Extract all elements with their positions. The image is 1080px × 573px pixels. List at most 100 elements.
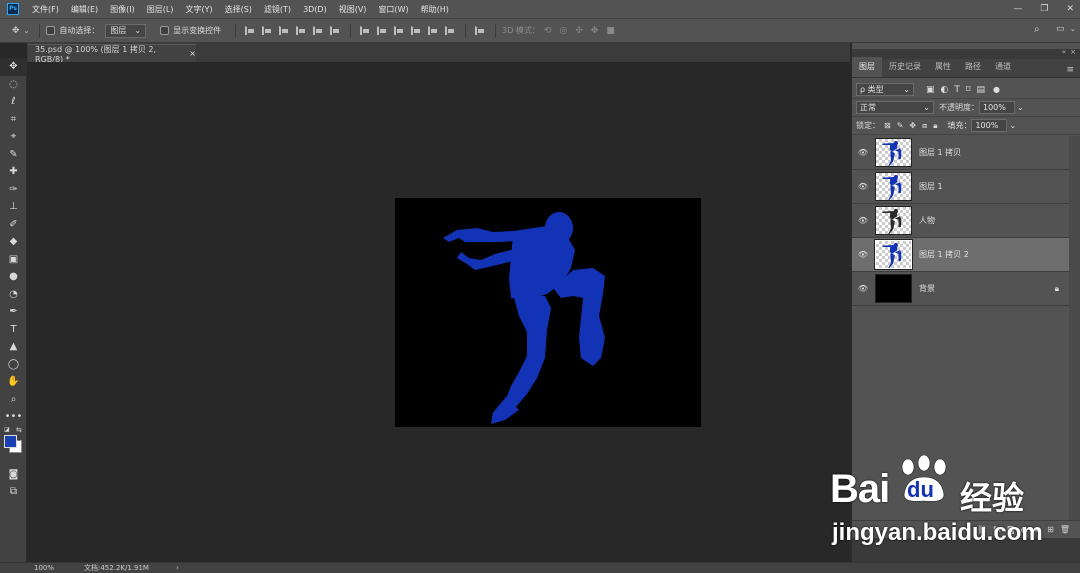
- layer-row[interactable]: 👁︎ 图层 1 拷贝: [852, 136, 1069, 170]
- blur-tool-icon[interactable]: ●: [0, 268, 27, 286]
- align-left-icon[interactable]: [296, 26, 307, 35]
- menu-help[interactable]: 帮助(H): [416, 4, 456, 15]
- filter-pixel-icon[interactable]: ▣: [926, 85, 935, 95]
- chevron-down-icon[interactable]: ⌄: [1017, 103, 1024, 112]
- visibility-eye-icon[interactable]: 👁︎: [852, 216, 874, 225]
- menu-edit[interactable]: 编辑(E): [66, 4, 105, 15]
- collapse-icon[interactable]: «: [1062, 48, 1066, 56]
- tab-paths[interactable]: 路径: [958, 61, 988, 77]
- align-bottom-icon[interactable]: [279, 26, 290, 35]
- filter-adjustment-icon[interactable]: ◐: [941, 85, 949, 95]
- tab-history[interactable]: 历史记录: [882, 61, 928, 77]
- brush-tool-icon[interactable]: ✑: [0, 181, 27, 199]
- filter-shape-icon[interactable]: ⌑: [966, 85, 971, 95]
- lock-paint-icon[interactable]: ✎: [897, 121, 904, 130]
- zoom-tool-icon[interactable]: ⌕: [0, 391, 27, 409]
- menu-image[interactable]: 图像(I): [105, 4, 142, 15]
- hand-tool-icon[interactable]: ✋: [0, 373, 27, 391]
- path-select-icon[interactable]: ▲: [0, 338, 27, 356]
- eyedropper-tool-icon[interactable]: ✎: [0, 146, 27, 164]
- screen-mode-icon[interactable]: ⧉: [0, 483, 27, 501]
- type-tool-icon[interactable]: T: [0, 321, 27, 339]
- document-tab[interactable]: 35.psd @ 100% (图层 1 拷贝 2, RGB/8) * ×: [28, 44, 196, 64]
- layer-row[interactable]: 👁︎ 背景 🔒︎: [852, 272, 1069, 306]
- swap-colors-icon[interactable]: ⇆: [16, 426, 22, 434]
- ellipse-tool-icon[interactable]: ◯: [0, 356, 27, 374]
- 3d-roll-icon[interactable]: ◎: [559, 26, 567, 36]
- chevron-down-icon[interactable]: ⌄: [1009, 121, 1016, 130]
- auto-select-checkbox[interactable]: [46, 26, 56, 35]
- quick-mask-icon[interactable]: ◙: [0, 466, 27, 484]
- menu-filter[interactable]: 滤镜(T): [259, 4, 298, 15]
- blend-mode-dropdown[interactable]: 正常 ⌄: [856, 101, 934, 114]
- menu-select[interactable]: 选择(S): [220, 4, 259, 15]
- align-top-icon[interactable]: [245, 26, 256, 35]
- tab-channels[interactable]: 通道: [988, 61, 1018, 77]
- align-hcenter-icon[interactable]: [313, 26, 324, 35]
- show-transform-checkbox[interactable]: [160, 26, 170, 35]
- zoom-level[interactable]: 100%: [34, 564, 84, 572]
- visibility-eye-icon[interactable]: 👁︎: [852, 284, 874, 293]
- menu-view[interactable]: 视图(V): [334, 4, 374, 15]
- chevron-down-icon[interactable]: ⌄: [24, 27, 30, 35]
- eraser-tool-icon[interactable]: ◆: [0, 233, 27, 251]
- 3d-slide-icon[interactable]: ✥: [591, 26, 599, 36]
- lock-transparent-icon[interactable]: ⊠: [884, 121, 891, 130]
- marquee-tool-icon[interactable]: ◌: [0, 76, 27, 94]
- document-canvas[interactable]: [395, 198, 701, 427]
- lock-all-icon[interactable]: 🔒︎: [933, 121, 937, 131]
- filter-smart-object-icon[interactable]: ▤: [977, 85, 986, 95]
- 3d-scale-icon[interactable]: ■: [606, 26, 615, 36]
- auto-align-icon[interactable]: [475, 26, 486, 35]
- menu-file[interactable]: 文件(F): [27, 4, 66, 15]
- layer-row[interactable]: 👁︎ 图层 1: [852, 170, 1069, 204]
- align-right-icon[interactable]: [330, 26, 341, 35]
- menu-layer[interactable]: 图层(L): [142, 4, 181, 15]
- layer-row[interactable]: 👁︎ 人物: [852, 204, 1069, 238]
- tab-layers[interactable]: 图层: [852, 57, 882, 77]
- gradient-tool-icon[interactable]: ▣: [0, 251, 27, 269]
- align-vcenter-icon[interactable]: [262, 26, 273, 35]
- stamp-tool-icon[interactable]: ⊥: [0, 198, 27, 216]
- panel-menu-icon[interactable]: ≡: [1066, 65, 1074, 75]
- lock-artboard-icon[interactable]: ⧈: [922, 121, 927, 131]
- distribute-vcenter-icon[interactable]: [377, 26, 388, 35]
- distribute-right-icon[interactable]: [445, 26, 456, 35]
- layer-filter-dropdown[interactable]: ρ 类型 ⌄: [856, 83, 914, 96]
- search-icon[interactable]: ⌕: [1034, 24, 1040, 35]
- default-colors-icon[interactable]: ◪: [4, 426, 10, 433]
- close-button[interactable]: ✕: [1066, 4, 1074, 14]
- minimize-button[interactable]: —: [1013, 4, 1022, 14]
- pen-tool-icon[interactable]: ✒: [0, 303, 27, 321]
- layer-row-selected[interactable]: 👁︎ 图层 1 拷贝 2: [852, 238, 1069, 272]
- auto-select-dropdown[interactable]: 图层 ⌄: [105, 23, 147, 38]
- dodge-tool-icon[interactable]: ◔: [0, 286, 27, 304]
- history-brush-icon[interactable]: ✐: [0, 216, 27, 234]
- restore-button[interactable]: ❐: [1040, 4, 1048, 14]
- close-icon[interactable]: ×: [189, 49, 196, 58]
- 3d-rotate-icon[interactable]: ⟲: [544, 26, 552, 36]
- visibility-eye-icon[interactable]: 👁︎: [852, 182, 874, 191]
- workspace-icon[interactable]: ▭: [1056, 24, 1065, 34]
- more-tools-icon[interactable]: •••: [0, 408, 27, 426]
- lasso-tool-icon[interactable]: ℓ: [0, 93, 27, 111]
- menu-3d[interactable]: 3D(D): [298, 5, 334, 14]
- filter-toggle-icon[interactable]: ●: [993, 85, 1000, 94]
- chevron-down-icon[interactable]: ⌄: [1070, 25, 1076, 33]
- 3d-drag-icon[interactable]: ✣: [575, 26, 583, 36]
- close-icon[interactable]: ×: [1070, 48, 1076, 56]
- healing-brush-icon[interactable]: ✚: [0, 163, 27, 181]
- crop-tool-icon[interactable]: ⌖: [0, 128, 27, 146]
- fill-field[interactable]: 100%: [971, 119, 1008, 132]
- menu-window[interactable]: 窗口(W): [373, 4, 415, 15]
- tab-properties[interactable]: 属性: [928, 61, 958, 77]
- visibility-eye-icon[interactable]: 👁︎: [852, 148, 874, 157]
- menu-type[interactable]: 文字(Y): [180, 4, 219, 15]
- distribute-top-icon[interactable]: [360, 26, 371, 35]
- chevron-right-icon[interactable]: ›: [176, 564, 179, 572]
- distribute-bottom-icon[interactable]: [394, 26, 405, 35]
- visibility-eye-icon[interactable]: 👁︎: [852, 250, 874, 259]
- quick-select-tool-icon[interactable]: ⌗: [0, 111, 27, 129]
- distribute-left-icon[interactable]: [411, 26, 422, 35]
- lock-position-icon[interactable]: ✥: [909, 121, 916, 130]
